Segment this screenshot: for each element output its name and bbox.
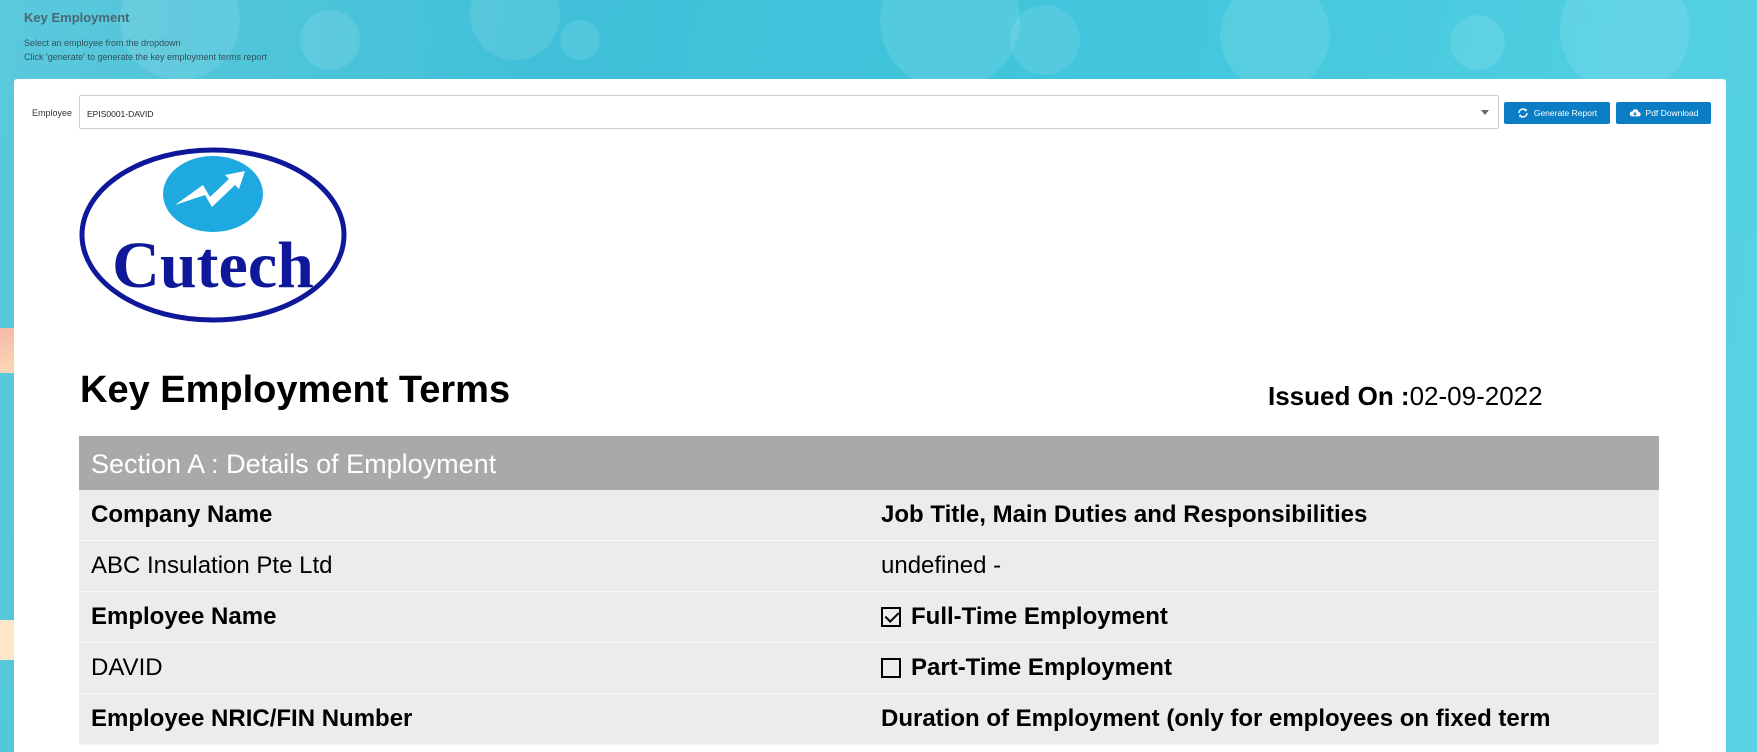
instruction-text: Click 'generate' to generate the key emp… xyxy=(24,52,268,62)
table-row: Company Name Job Title, Main Duties and … xyxy=(79,490,1659,541)
employee-label: Employee xyxy=(32,108,73,118)
employee-selector-row: Employee EPIS0001-DAVID Generate Report … xyxy=(14,95,1726,131)
table-row: ABC Insulation Pte Ltd undefined - xyxy=(79,541,1659,592)
issued-on: Issued On :02-09-2022 xyxy=(1268,381,1543,412)
caret-down-icon xyxy=(1481,110,1489,115)
table-row: Employee Name Full-Time Employment xyxy=(79,592,1659,643)
refresh-icon xyxy=(1518,108,1528,118)
table-row: DAVID Part-Time Employment xyxy=(79,643,1659,694)
full-time-option: Full-Time Employment xyxy=(869,592,1659,642)
section-a-heading: Section A : Details of Employment xyxy=(79,436,1659,490)
generate-report-label: Generate Report xyxy=(1533,108,1598,118)
employee-name-value: DAVID xyxy=(91,654,163,681)
page-header: Key Employment Select an employee from t… xyxy=(24,10,267,64)
report-title: Key Employment Terms xyxy=(80,369,511,411)
pdf-download-label: Pdf Download xyxy=(1645,108,1699,118)
issued-on-label: Issued On : xyxy=(1268,381,1410,411)
part-time-label: Part-Time Employment xyxy=(911,654,1172,681)
company-logo: Cutech xyxy=(79,147,347,323)
side-decoration xyxy=(0,328,14,373)
nric-label: Employee NRIC/FIN Number xyxy=(91,705,413,732)
table-row: Employee NRIC/FIN Number Duration of Emp… xyxy=(79,694,1659,745)
section-a: Section A : Details of Employment Compan… xyxy=(79,436,1659,745)
checked-checkbox-icon xyxy=(881,607,901,627)
page-title: Key Employment xyxy=(24,10,130,25)
section-a-grid: Company Name Job Title, Main Duties and … xyxy=(79,490,1659,745)
report-card: Employee EPIS0001-DAVID Generate Report … xyxy=(14,79,1726,752)
generate-report-button[interactable]: Generate Report xyxy=(1504,102,1610,124)
part-time-option: Part-Time Employment xyxy=(869,643,1659,693)
full-time-label: Full-Time Employment xyxy=(911,603,1168,630)
job-title-label: Job Title, Main Duties and Responsibilit… xyxy=(881,501,1368,528)
cloud-download-icon xyxy=(1629,109,1641,117)
employee-dropdown[interactable]: EPIS0001-DAVID xyxy=(79,95,1499,129)
unchecked-checkbox-icon xyxy=(881,658,901,678)
company-name-value: ABC Insulation Pte Ltd xyxy=(91,552,333,579)
logo-text: Cutech xyxy=(112,229,314,302)
duration-label: Duration of Employment (only for employe… xyxy=(881,705,1551,732)
employee-selected-value: EPIS0001-DAVID xyxy=(87,109,154,119)
pdf-download-button[interactable]: Pdf Download xyxy=(1616,102,1711,124)
job-title-value: undefined - xyxy=(881,552,1002,579)
instruction-text: Select an employee from the dropdown xyxy=(24,38,181,48)
employee-name-label: Employee Name xyxy=(91,603,277,630)
side-decoration xyxy=(0,620,14,660)
company-name-label: Company Name xyxy=(91,501,273,528)
issued-on-value: 02-09-2022 xyxy=(1409,381,1543,411)
